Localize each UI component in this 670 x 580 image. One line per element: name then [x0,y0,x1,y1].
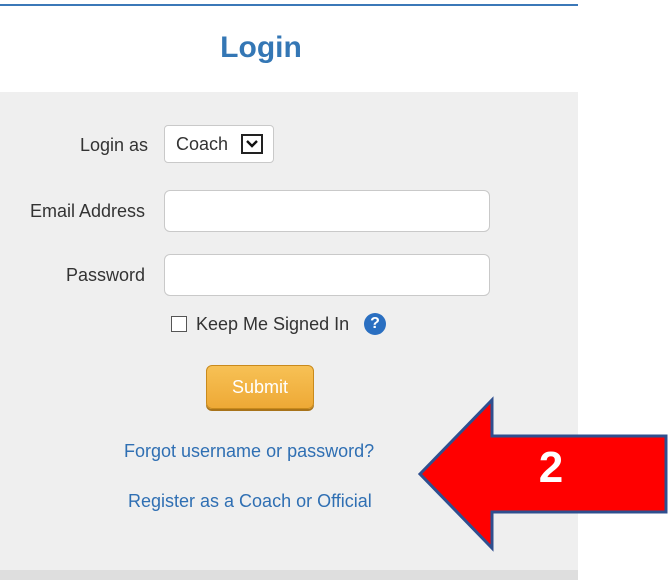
email-label: Email Address [30,201,146,221]
page-title: Login [220,31,302,64]
annotation-arrow: 2 [417,396,668,552]
keep-signed-in-checkbox[interactable] [171,316,187,332]
login-page: Login Login as Coach Email Address Passw… [0,0,670,580]
password-label: Password [66,265,146,285]
login-as-select[interactable]: Coach [164,125,274,163]
top-divider [0,4,578,6]
panel-footer [0,570,578,580]
annotation-number: 2 [538,443,564,492]
password-field[interactable] [164,254,490,296]
login-as-value: Coach [176,134,229,154]
keep-signed-in-label[interactable]: Keep Me Signed In [196,313,349,335]
chevron-down-icon[interactable] [241,134,263,154]
forgot-password-link[interactable]: Forgot username or password? [124,440,374,462]
register-link[interactable]: Register as a Coach or Official [128,490,372,512]
email-field[interactable] [164,190,490,232]
login-as-label: Login as [80,135,149,155]
help-icon[interactable]: ? [364,313,386,335]
submit-button[interactable]: Submit [206,365,314,409]
